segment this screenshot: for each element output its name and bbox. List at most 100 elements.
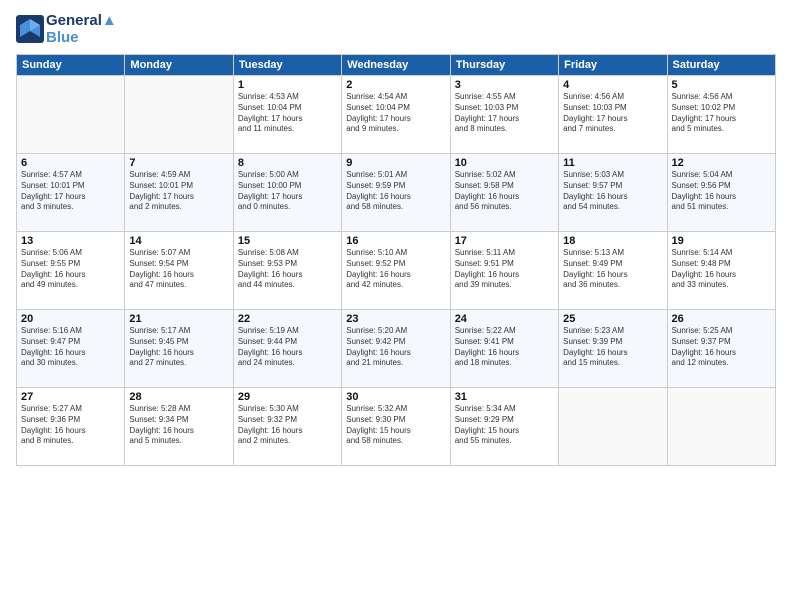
day-info: Sunrise: 5:28 AM Sunset: 9:34 PM Dayligh…: [129, 404, 228, 447]
day-cell: 20Sunrise: 5:16 AM Sunset: 9:47 PM Dayli…: [17, 310, 125, 388]
day-number: 29: [238, 391, 337, 403]
day-info: Sunrise: 5:25 AM Sunset: 9:37 PM Dayligh…: [672, 326, 771, 369]
day-info: Sunrise: 5:11 AM Sunset: 9:51 PM Dayligh…: [455, 248, 554, 291]
day-info: Sunrise: 5:20 AM Sunset: 9:42 PM Dayligh…: [346, 326, 445, 369]
day-info: Sunrise: 5:03 AM Sunset: 9:57 PM Dayligh…: [563, 170, 662, 213]
day-cell: 13Sunrise: 5:06 AM Sunset: 9:55 PM Dayli…: [17, 232, 125, 310]
day-number: 1: [238, 79, 337, 91]
day-number: 11: [563, 157, 662, 169]
weekday-header-row: Sunday Monday Tuesday Wednesday Thursday…: [17, 55, 776, 76]
day-info: Sunrise: 5:01 AM Sunset: 9:59 PM Dayligh…: [346, 170, 445, 213]
day-cell: 21Sunrise: 5:17 AM Sunset: 9:45 PM Dayli…: [125, 310, 233, 388]
day-info: Sunrise: 5:08 AM Sunset: 9:53 PM Dayligh…: [238, 248, 337, 291]
day-cell: 1Sunrise: 4:53 AM Sunset: 10:04 PM Dayli…: [233, 76, 341, 154]
day-number: 13: [21, 235, 120, 247]
day-cell: 8Sunrise: 5:00 AM Sunset: 10:00 PM Dayli…: [233, 154, 341, 232]
header-tuesday: Tuesday: [233, 55, 341, 76]
day-info: Sunrise: 5:06 AM Sunset: 9:55 PM Dayligh…: [21, 248, 120, 291]
day-cell: 10Sunrise: 5:02 AM Sunset: 9:58 PM Dayli…: [450, 154, 558, 232]
day-number: 10: [455, 157, 554, 169]
day-info: Sunrise: 4:57 AM Sunset: 10:01 PM Daylig…: [21, 170, 120, 213]
day-cell: 28Sunrise: 5:28 AM Sunset: 9:34 PM Dayli…: [125, 388, 233, 466]
day-info: Sunrise: 5:13 AM Sunset: 9:49 PM Dayligh…: [563, 248, 662, 291]
day-number: 30: [346, 391, 445, 403]
header-thursday: Thursday: [450, 55, 558, 76]
day-info: Sunrise: 5:27 AM Sunset: 9:36 PM Dayligh…: [21, 404, 120, 447]
day-info: Sunrise: 5:32 AM Sunset: 9:30 PM Dayligh…: [346, 404, 445, 447]
day-cell: 19Sunrise: 5:14 AM Sunset: 9:48 PM Dayli…: [667, 232, 775, 310]
day-info: Sunrise: 5:00 AM Sunset: 10:00 PM Daylig…: [238, 170, 337, 213]
day-cell: 27Sunrise: 5:27 AM Sunset: 9:36 PM Dayli…: [17, 388, 125, 466]
day-number: 17: [455, 235, 554, 247]
week-row-4: 20Sunrise: 5:16 AM Sunset: 9:47 PM Dayli…: [17, 310, 776, 388]
day-cell: 17Sunrise: 5:11 AM Sunset: 9:51 PM Dayli…: [450, 232, 558, 310]
day-number: 18: [563, 235, 662, 247]
day-number: 3: [455, 79, 554, 91]
day-cell: 15Sunrise: 5:08 AM Sunset: 9:53 PM Dayli…: [233, 232, 341, 310]
day-number: 6: [21, 157, 120, 169]
day-info: Sunrise: 4:53 AM Sunset: 10:04 PM Daylig…: [238, 92, 337, 135]
day-cell: 16Sunrise: 5:10 AM Sunset: 9:52 PM Dayli…: [342, 232, 450, 310]
day-cell: 30Sunrise: 5:32 AM Sunset: 9:30 PM Dayli…: [342, 388, 450, 466]
day-number: 21: [129, 313, 228, 325]
day-cell: [559, 388, 667, 466]
day-cell: 22Sunrise: 5:19 AM Sunset: 9:44 PM Dayli…: [233, 310, 341, 388]
day-info: Sunrise: 5:04 AM Sunset: 9:56 PM Dayligh…: [672, 170, 771, 213]
day-cell: 5Sunrise: 4:56 AM Sunset: 10:02 PM Dayli…: [667, 76, 775, 154]
day-cell: 12Sunrise: 5:04 AM Sunset: 9:56 PM Dayli…: [667, 154, 775, 232]
header-monday: Monday: [125, 55, 233, 76]
day-cell: 14Sunrise: 5:07 AM Sunset: 9:54 PM Dayli…: [125, 232, 233, 310]
day-cell: 26Sunrise: 5:25 AM Sunset: 9:37 PM Dayli…: [667, 310, 775, 388]
day-info: Sunrise: 4:59 AM Sunset: 10:01 PM Daylig…: [129, 170, 228, 213]
day-cell: 7Sunrise: 4:59 AM Sunset: 10:01 PM Dayli…: [125, 154, 233, 232]
day-cell: 6Sunrise: 4:57 AM Sunset: 10:01 PM Dayli…: [17, 154, 125, 232]
day-info: Sunrise: 5:07 AM Sunset: 9:54 PM Dayligh…: [129, 248, 228, 291]
day-number: 9: [346, 157, 445, 169]
day-cell: 24Sunrise: 5:22 AM Sunset: 9:41 PM Dayli…: [450, 310, 558, 388]
day-info: Sunrise: 5:17 AM Sunset: 9:45 PM Dayligh…: [129, 326, 228, 369]
logo: General▲ Blue: [16, 12, 117, 46]
day-number: 24: [455, 313, 554, 325]
day-info: Sunrise: 5:16 AM Sunset: 9:47 PM Dayligh…: [21, 326, 120, 369]
day-info: Sunrise: 4:55 AM Sunset: 10:03 PM Daylig…: [455, 92, 554, 135]
day-number: 20: [21, 313, 120, 325]
day-number: 31: [455, 391, 554, 403]
day-number: 27: [21, 391, 120, 403]
day-number: 14: [129, 235, 228, 247]
header-wednesday: Wednesday: [342, 55, 450, 76]
header: General▲ Blue: [16, 12, 776, 46]
day-number: 12: [672, 157, 771, 169]
day-cell: 31Sunrise: 5:34 AM Sunset: 9:29 PM Dayli…: [450, 388, 558, 466]
week-row-5: 27Sunrise: 5:27 AM Sunset: 9:36 PM Dayli…: [17, 388, 776, 466]
header-saturday: Saturday: [667, 55, 775, 76]
day-number: 22: [238, 313, 337, 325]
day-cell: 18Sunrise: 5:13 AM Sunset: 9:49 PM Dayli…: [559, 232, 667, 310]
day-cell: 9Sunrise: 5:01 AM Sunset: 9:59 PM Daylig…: [342, 154, 450, 232]
week-row-1: 1Sunrise: 4:53 AM Sunset: 10:04 PM Dayli…: [17, 76, 776, 154]
day-cell: 4Sunrise: 4:56 AM Sunset: 10:03 PM Dayli…: [559, 76, 667, 154]
calendar-table: Sunday Monday Tuesday Wednesday Thursday…: [16, 54, 776, 466]
logo-icon: [16, 15, 44, 43]
day-info: Sunrise: 5:02 AM Sunset: 9:58 PM Dayligh…: [455, 170, 554, 213]
day-info: Sunrise: 4:56 AM Sunset: 10:03 PM Daylig…: [563, 92, 662, 135]
week-row-2: 6Sunrise: 4:57 AM Sunset: 10:01 PM Dayli…: [17, 154, 776, 232]
day-cell: 3Sunrise: 4:55 AM Sunset: 10:03 PM Dayli…: [450, 76, 558, 154]
day-cell: [125, 76, 233, 154]
day-cell: 2Sunrise: 4:54 AM Sunset: 10:04 PM Dayli…: [342, 76, 450, 154]
day-cell: 23Sunrise: 5:20 AM Sunset: 9:42 PM Dayli…: [342, 310, 450, 388]
day-number: 2: [346, 79, 445, 91]
day-cell: [667, 388, 775, 466]
day-cell: 29Sunrise: 5:30 AM Sunset: 9:32 PM Dayli…: [233, 388, 341, 466]
day-info: Sunrise: 5:19 AM Sunset: 9:44 PM Dayligh…: [238, 326, 337, 369]
day-number: 4: [563, 79, 662, 91]
calendar-page: General▲ Blue Sunday Monday Tuesday Wedn…: [0, 0, 792, 612]
day-number: 16: [346, 235, 445, 247]
day-info: Sunrise: 5:22 AM Sunset: 9:41 PM Dayligh…: [455, 326, 554, 369]
day-cell: 25Sunrise: 5:23 AM Sunset: 9:39 PM Dayli…: [559, 310, 667, 388]
day-info: Sunrise: 5:34 AM Sunset: 9:29 PM Dayligh…: [455, 404, 554, 447]
day-number: 25: [563, 313, 662, 325]
day-number: 5: [672, 79, 771, 91]
header-sunday: Sunday: [17, 55, 125, 76]
day-info: Sunrise: 5:30 AM Sunset: 9:32 PM Dayligh…: [238, 404, 337, 447]
logo-text: General▲ Blue: [46, 12, 117, 46]
